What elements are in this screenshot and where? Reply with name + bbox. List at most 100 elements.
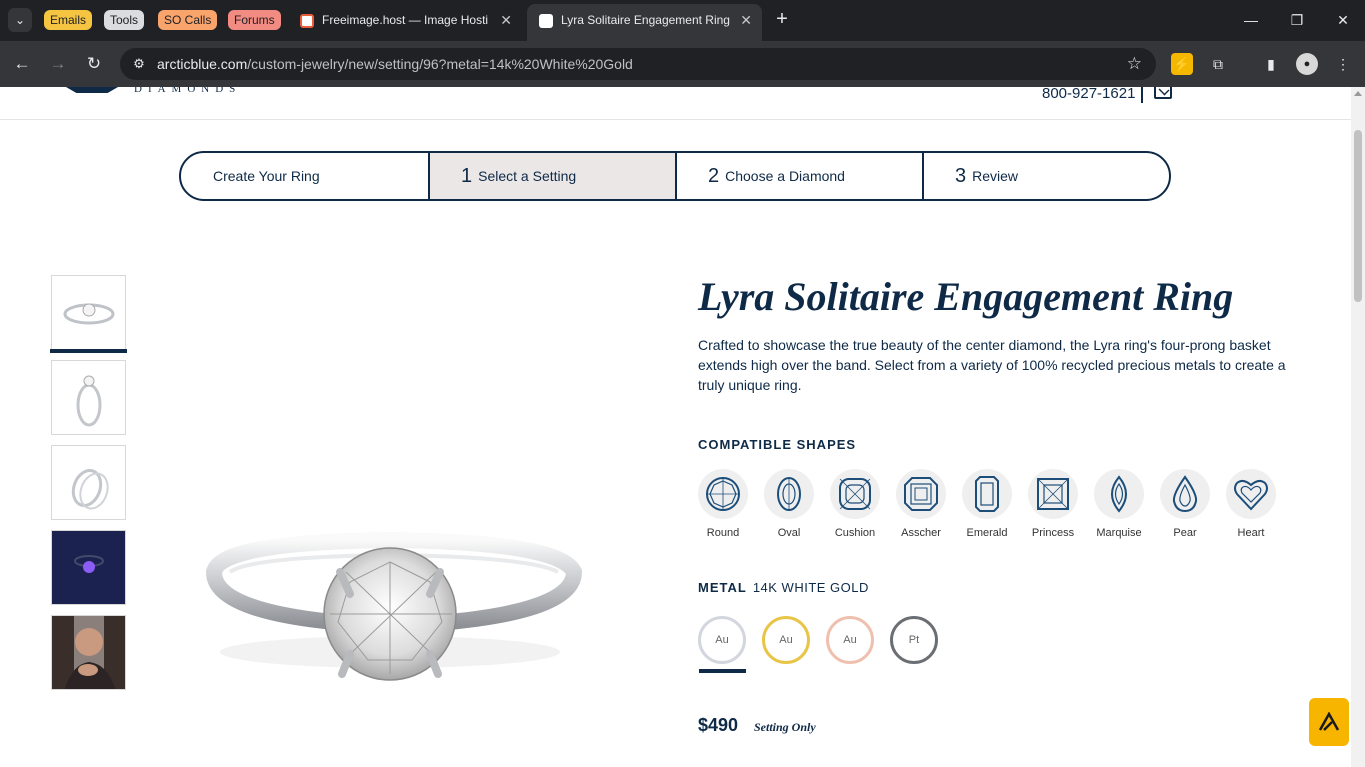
site-header: DIAMONDS 800-927-1621 [0,87,1351,120]
phone-link[interactable]: 800-927-1621 [1042,87,1135,102]
help-widget-button[interactable] [1309,698,1349,746]
step-review[interactable]: 3 Review [924,153,1169,199]
step-label: Create Your Ring [213,168,320,184]
logo-text[interactable]: DIAMONDS [134,87,241,95]
browser-tab-strip: ⌄ Emails Tools SO Calls Forums Freeimage… [0,0,1365,41]
tab-group-emails[interactable]: Emails [44,10,93,30]
shape-label: Emerald [966,527,1008,539]
metal-option-white-gold[interactable]: Au [698,616,746,664]
close-window-icon[interactable]: ✕ [1328,8,1358,32]
profile-avatar-icon[interactable]: ● [1296,53,1318,75]
cushion-shape-icon [830,469,880,519]
shape-marquise[interactable]: Marquise [1094,469,1160,539]
arcticblue-favicon-icon [539,14,553,28]
scrollbar-thumb[interactable] [1354,130,1362,302]
shape-oval[interactable]: Oval [764,469,830,539]
shape-princess[interactable]: Princess [1028,469,1094,539]
restore-icon[interactable]: ❐ [1282,8,1312,32]
shape-label: Heart [1237,527,1265,539]
mail-icon[interactable] [1154,87,1172,99]
tab-group-forums[interactable]: Forums [228,10,281,30]
compatible-shapes-label: COMPATIBLE SHAPES [698,437,857,452]
address-bar[interactable]: ⚙ arcticblue.com/custom-jewelry/new/sett… [120,48,1156,80]
freeimage-favicon-icon [300,14,314,28]
shape-label: Cushion [834,527,876,539]
tab-group-label: Forums [234,13,275,27]
shape-round[interactable]: Round [698,469,764,539]
shape-label: Oval [777,527,801,539]
compatible-shapes-list: Round Oval Cushion Asscher Emerald Princ… [698,469,1292,539]
step-label: Choose a Diamond [725,168,845,184]
oval-shape-icon [764,469,814,519]
main-ring-image[interactable] [190,422,590,682]
metal-label-text: METAL [698,580,747,595]
step-number: 2 [708,164,720,187]
step-label: Select a Setting [478,168,577,184]
metal-symbol: Pt [908,634,920,646]
shape-cushion[interactable]: Cushion [830,469,896,539]
extensions-puzzle-icon[interactable]: ⧉ [1207,53,1229,75]
ring-thumbnail-image [63,303,115,325]
metal-option-rose-gold[interactable]: Au [826,616,874,664]
step-number: 1 [461,164,473,187]
tab-close-icon[interactable]: ✕ [740,4,752,37]
metal-symbol: Au [779,634,793,646]
metal-options: Au Au Au Pt [698,616,954,664]
tab-freeimage[interactable]: Freeimage.host — Image Hosti ✕ [288,6,522,35]
header-divider [1141,87,1143,103]
heart-shape-icon [1226,469,1276,519]
tab-group-label: Tools [110,13,139,27]
logo-mark-icon[interactable] [66,87,118,93]
reload-icon[interactable]: ↻ [82,52,106,76]
step-number: 3 [955,164,967,187]
shape-emerald[interactable]: Emerald [962,469,1028,539]
url-text[interactable]: arcticblue.com/custom-jewelry/new/settin… [157,48,633,80]
site-info-icon[interactable]: ⚙ [130,55,148,73]
shape-heart[interactable]: Heart [1226,469,1292,539]
forward-icon[interactable]: → [46,52,70,76]
tab-lyra-ring[interactable]: Lyra Solitaire Engagement Ring ✕ [527,4,762,41]
metal-option-platinum[interactable]: Pt [890,616,938,664]
princess-shape-icon [1028,469,1078,519]
side-panel-icon[interactable]: ▮ [1260,53,1282,75]
ring-thumbnail-image [52,531,125,604]
metal-option-yellow-gold[interactable]: Au [762,616,810,664]
new-tab-icon[interactable]: + [770,8,794,32]
scroll-up-arrow-icon[interactable] [1354,91,1362,96]
extension-bolt-icon[interactable]: ⚡ [1171,53,1193,75]
shape-pear[interactable]: Pear [1160,469,1226,539]
metal-selected-indicator [699,669,746,673]
page-scrollbar[interactable] [1351,87,1365,767]
thumbnail-ring-side[interactable] [51,275,126,350]
web-page: DIAMONDS 800-927-1621 Create Your Ring 1… [0,87,1351,767]
step-label: Review [972,168,1019,184]
shape-asscher[interactable]: Asscher [896,469,962,539]
browser-toolbar: ← → ↻ ⚙ arcticblue.com/custom-jewelry/ne… [0,41,1365,87]
thumbnail-ring-stack[interactable] [51,445,126,520]
shape-label: Marquise [1096,527,1142,539]
metal-symbol: Au [715,634,729,646]
menu-kebab-icon[interactable]: ⋮ [1332,53,1354,75]
tab-group-so-calls[interactable]: SO Calls [158,10,218,30]
price: $490 [698,715,739,735]
tab-close-icon[interactable]: ✕ [500,6,512,35]
metal-symbol: Au [843,634,857,646]
step-create-your-ring[interactable]: Create Your Ring [181,153,430,199]
step-select-setting[interactable]: 1 Select a Setting [430,153,677,199]
bookmark-star-icon[interactable]: ☆ [1127,54,1142,74]
tab-group-tools[interactable]: Tools [104,10,145,30]
thumbnail-ring-front[interactable] [51,360,126,435]
price-note: Setting Only [754,720,816,734]
shape-label: Asscher [901,527,941,539]
model-thumbnail-image [52,616,125,689]
tab-group-label: SO Calls [164,13,212,27]
help-widget-icon [1318,712,1340,731]
tab-search-icon[interactable]: ⌄ [8,8,32,32]
thumbnail-model-photo[interactable] [51,615,126,690]
thumbnail-ring-uv[interactable] [51,530,126,605]
back-icon[interactable]: ← [10,52,34,76]
minimize-icon[interactable]: — [1236,8,1266,32]
step-choose-diamond[interactable]: 2 Choose a Diamond [677,153,924,199]
metal-label: METAL 14K WHITE GOLD [698,580,869,595]
tab-title: Lyra Solitaire Engagement Ring [561,13,730,27]
